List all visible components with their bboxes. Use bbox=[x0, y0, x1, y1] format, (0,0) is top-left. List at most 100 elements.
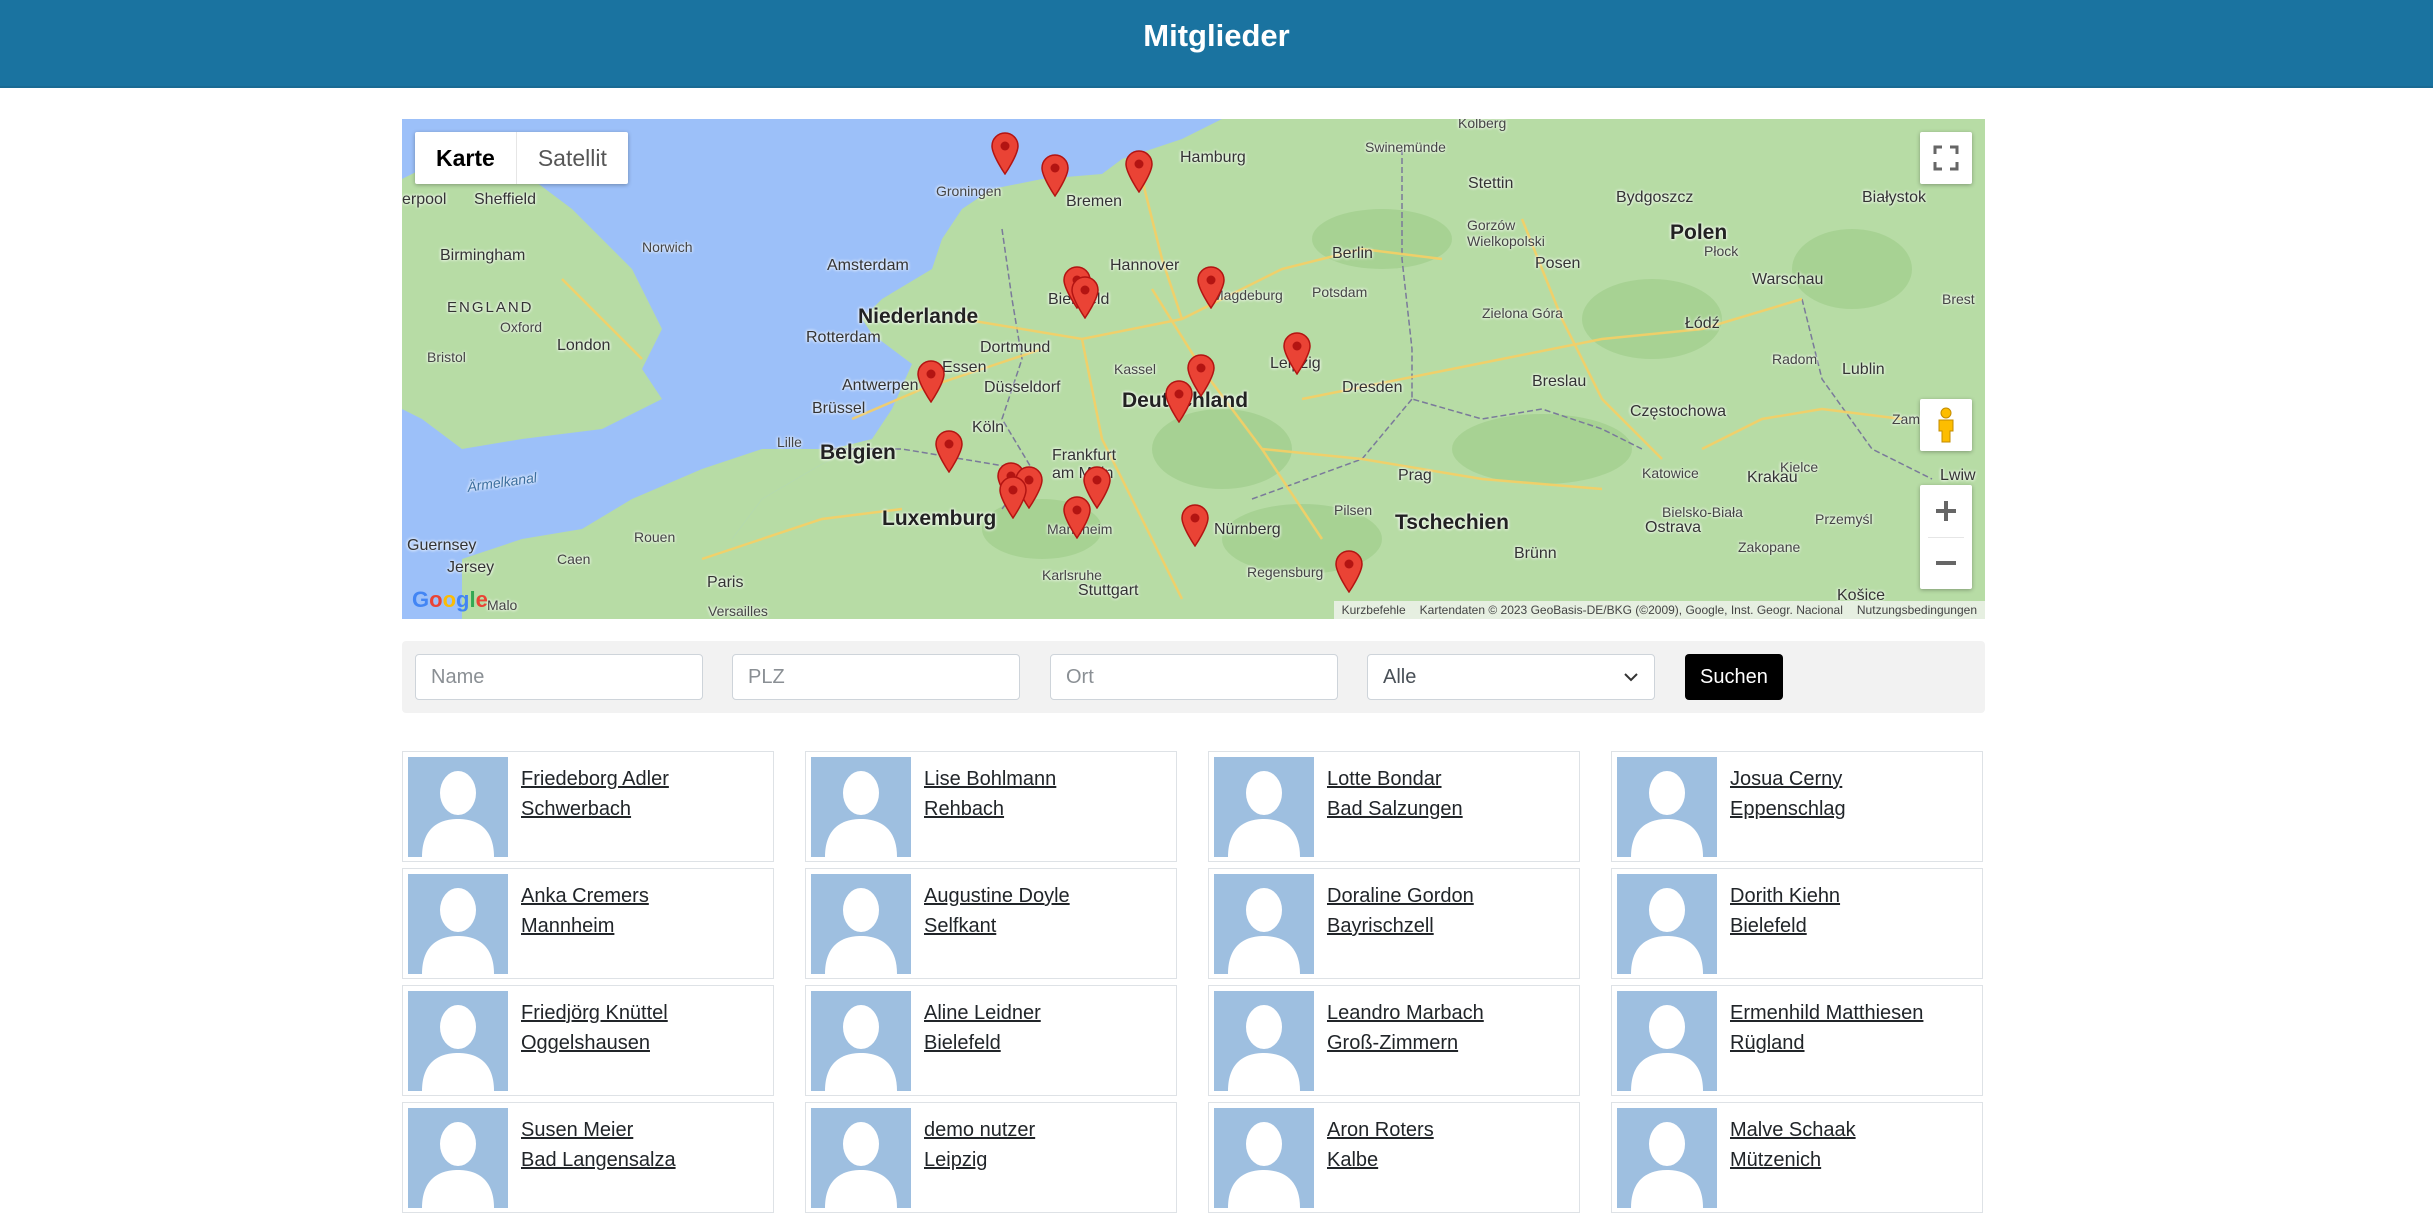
member-marker[interactable] bbox=[1124, 149, 1154, 193]
map-data-text: Kartendaten © 2023 GeoBasis-DE/BKG (©200… bbox=[1419, 603, 1843, 617]
member-city-link[interactable]: Oggelshausen bbox=[521, 1028, 668, 1058]
map-label: Nürnberg bbox=[1214, 521, 1281, 538]
member-name-link[interactable]: Friedeborg Adler bbox=[521, 764, 669, 794]
avatar bbox=[1214, 757, 1314, 857]
member-marker[interactable] bbox=[1180, 503, 1210, 547]
member-list: Friedeborg Adler Schwerbach Lise Bohlmann R… bbox=[402, 751, 1985, 1213]
terms-link[interactable]: Nutzungsbedingungen bbox=[1857, 601, 1977, 619]
member-card: Lise Bohlmann Rehbach bbox=[805, 751, 1177, 862]
member-name-link[interactable]: Josua Cerny bbox=[1730, 764, 1846, 794]
map-label: Przemyśl bbox=[1815, 511, 1873, 527]
map-label: Częstochowa bbox=[1630, 403, 1727, 420]
zoom-out-button[interactable] bbox=[1920, 537, 1972, 589]
map-label: Prag bbox=[1398, 467, 1432, 484]
map-label: Hannover bbox=[1110, 257, 1180, 274]
member-marker[interactable] bbox=[934, 429, 964, 473]
member-marker[interactable] bbox=[1196, 265, 1226, 309]
member-map[interactable]: Hamburg Bremen Groningen Amsterdam Niede… bbox=[402, 119, 1985, 619]
member-city-link[interactable]: Bad Salzungen bbox=[1327, 794, 1463, 824]
member-city-link[interactable]: Rügland bbox=[1730, 1028, 1923, 1058]
member-name-link[interactable]: Ermenhild Matthiesen bbox=[1730, 998, 1923, 1028]
member-city-link[interactable]: Mützenich bbox=[1730, 1145, 1856, 1175]
map-label: Bristol bbox=[427, 349, 466, 365]
member-name-link[interactable]: Doraline Gordon bbox=[1327, 881, 1474, 911]
keyboard-shortcuts-link[interactable]: Kurzbefehle bbox=[1342, 601, 1406, 619]
member-marker[interactable] bbox=[1062, 495, 1092, 539]
map-label: Kassel bbox=[1114, 361, 1157, 377]
member-city-link[interactable]: Schwerbach bbox=[521, 794, 669, 824]
filter-select[interactable]: Alle bbox=[1367, 654, 1655, 700]
zoom-in-button[interactable] bbox=[1920, 485, 1972, 537]
member-city-link[interactable]: Rehbach bbox=[924, 794, 1056, 824]
member-name-link[interactable]: Anka Cremers bbox=[521, 881, 649, 911]
member-city-link[interactable]: Bad Langensalza bbox=[521, 1145, 676, 1175]
map-label: Caen bbox=[557, 551, 591, 567]
member-city-link[interactable]: Leipzig bbox=[924, 1145, 1035, 1175]
member-marker[interactable] bbox=[1334, 549, 1364, 593]
map-type-satellite-button[interactable]: Satellit bbox=[517, 132, 628, 184]
map-label: Tschechien bbox=[1395, 511, 1509, 534]
member-marker[interactable] bbox=[1164, 379, 1194, 423]
member-card: Doraline Gordon Bayrischzell bbox=[1208, 868, 1580, 979]
map-type-map-button[interactable]: Karte bbox=[415, 132, 517, 184]
map-label: Kolberg bbox=[1458, 119, 1507, 131]
member-name-link[interactable]: Lotte Bondar bbox=[1327, 764, 1463, 794]
member-info: Anka Cremers Mannheim bbox=[508, 874, 649, 973]
member-marker[interactable] bbox=[916, 359, 946, 403]
member-city-link[interactable]: Kalbe bbox=[1327, 1145, 1434, 1175]
map-label: Hamburg bbox=[1180, 149, 1246, 166]
member-name-link[interactable]: Malve Schaak bbox=[1730, 1115, 1856, 1145]
member-name-link[interactable]: Susen Meier bbox=[521, 1115, 676, 1145]
member-name-link[interactable]: demo nutzer bbox=[924, 1115, 1035, 1145]
search-button[interactable]: Suchen bbox=[1685, 654, 1783, 700]
map-label: Belgien bbox=[820, 441, 896, 464]
google-logo: Google bbox=[412, 587, 488, 612]
map-label: Brest bbox=[1942, 291, 1975, 307]
header-bar: Mitglieder bbox=[0, 0, 2433, 88]
map-label: Norwich bbox=[642, 239, 693, 255]
minus-icon bbox=[1936, 561, 1956, 565]
member-name-link[interactable]: Friedjörg Knüttel bbox=[521, 998, 668, 1028]
member-city-link[interactable]: Groß-Zimmern bbox=[1327, 1028, 1484, 1058]
member-marker[interactable] bbox=[1282, 331, 1312, 375]
avatar bbox=[1617, 991, 1717, 1091]
avatar bbox=[408, 1108, 508, 1208]
ort-input[interactable] bbox=[1050, 654, 1338, 700]
search-form: Alle Suchen bbox=[402, 641, 1985, 713]
member-name-link[interactable]: Augustine Doyle bbox=[924, 881, 1070, 911]
map-label: Kielce bbox=[1780, 459, 1819, 475]
member-city-link[interactable]: Bielefeld bbox=[1730, 911, 1840, 941]
plz-input[interactable] bbox=[732, 654, 1020, 700]
map-label: Berlin bbox=[1332, 245, 1373, 262]
name-input[interactable] bbox=[415, 654, 703, 700]
member-marker[interactable] bbox=[990, 131, 1020, 175]
map-label: Dortmund bbox=[980, 339, 1051, 356]
member-city-link[interactable]: Eppenschlag bbox=[1730, 794, 1846, 824]
member-info: Josua Cerny Eppenschlag bbox=[1717, 757, 1846, 856]
member-name-link[interactable]: Leandro Marbach bbox=[1327, 998, 1484, 1028]
map-label: Malo bbox=[487, 597, 518, 613]
member-city-link[interactable]: Bielefeld bbox=[924, 1028, 1041, 1058]
member-name-link[interactable]: Aron Roters bbox=[1327, 1115, 1434, 1145]
map-label: Sheffield bbox=[474, 191, 536, 208]
member-name-link[interactable]: Dorith Kiehn bbox=[1730, 881, 1840, 911]
member-name-link[interactable]: Lise Bohlmann bbox=[924, 764, 1056, 794]
member-city-link[interactable]: Mannheim bbox=[521, 911, 649, 941]
member-city-link[interactable]: Bayrischzell bbox=[1327, 911, 1474, 941]
map-label: ENGLAND bbox=[447, 299, 534, 316]
map-label: Dresden bbox=[1342, 379, 1403, 396]
fullscreen-button[interactable] bbox=[1920, 132, 1972, 184]
member-info: Lotte Bondar Bad Salzungen bbox=[1314, 757, 1463, 856]
member-marker[interactable] bbox=[998, 475, 1028, 519]
member-marker[interactable] bbox=[1070, 275, 1100, 319]
page-title: Mitglieder bbox=[1143, 18, 1290, 53]
member-city-link[interactable]: Selfkant bbox=[924, 911, 1070, 941]
member-name-link[interactable]: Aline Leidner bbox=[924, 998, 1041, 1028]
avatar bbox=[1617, 757, 1717, 857]
member-marker[interactable] bbox=[1040, 153, 1070, 197]
member-info: Friedeborg Adler Schwerbach bbox=[508, 757, 669, 856]
member-card: Leandro Marbach Groß-Zimmern bbox=[1208, 985, 1580, 1096]
map-attribution: Kurzbefehle Kartendaten © 2023 GeoBasis-… bbox=[1333, 601, 1985, 619]
map-label: Łódź bbox=[1685, 315, 1720, 332]
street-view-button[interactable] bbox=[1920, 399, 1972, 451]
